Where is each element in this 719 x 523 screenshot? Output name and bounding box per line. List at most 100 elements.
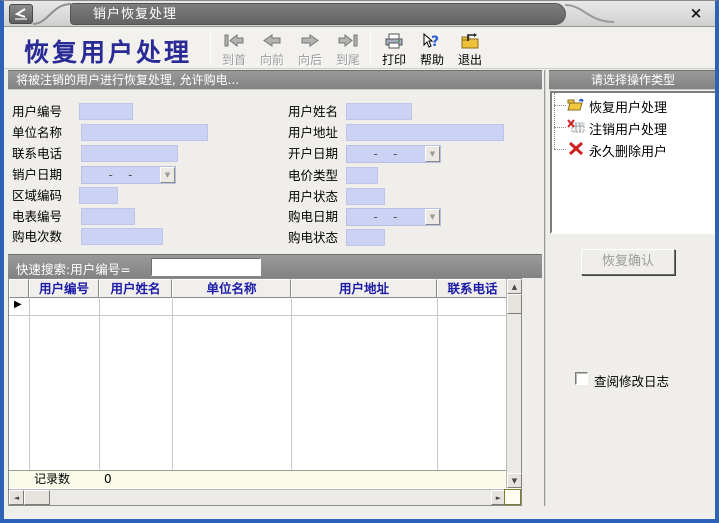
- toolbar-separator: [210, 32, 211, 65]
- toolbar-separator: [370, 32, 371, 65]
- grid-horizontal-scrollbar[interactable]: ◄ ►: [9, 489, 506, 505]
- label-user-name: 用户姓名: [288, 103, 338, 120]
- record-count-row: 记录数 0: [9, 470, 508, 488]
- close-date-picker[interactable]: - - ▼: [81, 166, 176, 184]
- user-address-input[interactable]: [346, 124, 504, 141]
- purchase-count-input[interactable]: [81, 228, 163, 245]
- user-id-input[interactable]: [79, 103, 133, 120]
- printer-icon: [376, 33, 412, 50]
- revoke-user-icon: [567, 119, 585, 138]
- window-title-capsule[interactable]: 销户恢复处理: [70, 3, 566, 25]
- tree-line: [554, 105, 566, 106]
- title-bar[interactable]: 销户恢复处理 ×: [4, 1, 715, 27]
- tree-line: [554, 149, 566, 150]
- app-logo-icon[interactable]: [9, 4, 33, 24]
- exit-button[interactable]: 退出: [452, 31, 488, 67]
- grid-current-row[interactable]: ▶: [9, 298, 508, 316]
- label-purchase-date: 购电日期: [288, 208, 338, 225]
- panel-divider: [544, 70, 546, 506]
- op-label-revoke-user: 注销用户处理: [589, 119, 667, 138]
- vertical-scroll-thumb[interactable]: [507, 294, 522, 314]
- label-contact-phone: 联系电话: [12, 145, 62, 162]
- operation-type-banner: 请选择操作类型: [549, 70, 717, 90]
- nav-last-label: 到尾: [330, 51, 366, 68]
- chevron-down-icon[interactable]: ▼: [160, 167, 175, 183]
- label-price-type: 电价类型: [288, 167, 338, 184]
- app-window: 销户恢复处理 × 恢复用户处理 到首 向前 向后: [0, 0, 719, 523]
- op-item-delete-user[interactable]: 永久删除用户: [552, 139, 715, 159]
- nav-last-button[interactable]: 到尾: [330, 31, 366, 67]
- nav-first-label: 到首: [216, 51, 252, 68]
- grid-header-user-id[interactable]: 用户编号: [29, 279, 99, 298]
- grid-vertical-scrollbar[interactable]: ▲ ▼: [506, 279, 521, 488]
- titlebar-swoosh-decoration: [32, 1, 72, 27]
- open-date-picker[interactable]: - - ▼: [346, 145, 441, 163]
- window-title: 销户恢复处理: [93, 7, 177, 22]
- grid-column-line: [29, 298, 30, 488]
- exit-folder-icon: [452, 33, 488, 50]
- print-button[interactable]: 打印: [376, 31, 412, 67]
- grid-column-line: [291, 298, 292, 488]
- grid-column-line: [99, 298, 100, 488]
- help-label: 帮助: [414, 51, 450, 68]
- quick-search-label: 快速搜索:用户编号=: [16, 259, 131, 278]
- purchase-status-input[interactable]: [346, 229, 385, 246]
- grid-header-user-name[interactable]: 用户姓名: [99, 279, 172, 298]
- nav-first-button[interactable]: 到首: [216, 31, 252, 67]
- folder-open-icon: [567, 97, 585, 116]
- nav-next-button[interactable]: 向后: [292, 31, 328, 67]
- grid-header-unit-name[interactable]: 单位名称: [172, 279, 291, 298]
- label-area-code: 区域编码: [12, 187, 62, 204]
- label-user-id: 用户编号: [12, 103, 62, 120]
- main-toolbar: 恢复用户处理 到首 向前 向后 到尾: [4, 28, 715, 69]
- close-date-value: - -: [82, 168, 159, 182]
- grid-header-selector[interactable]: [9, 279, 29, 298]
- grid-header-contact-phone[interactable]: 联系电话: [437, 279, 508, 298]
- nav-next-label: 向后: [292, 51, 328, 68]
- op-label-restore-user: 恢复用户处理: [589, 97, 667, 116]
- nav-prev-button[interactable]: 向前: [254, 31, 290, 67]
- label-user-address: 用户地址: [288, 124, 338, 141]
- current-record-marker-icon: ▶: [14, 299, 22, 310]
- quick-search-input[interactable]: [151, 258, 261, 276]
- label-close-date: 销户日期: [12, 166, 62, 183]
- contact-phone-input[interactable]: [81, 145, 178, 162]
- chevron-down-icon[interactable]: ▼: [425, 146, 440, 162]
- grid-header-user-address[interactable]: 用户地址: [291, 279, 437, 298]
- record-count-label: 记录数: [34, 471, 70, 488]
- horizontal-scroll-thumb[interactable]: [24, 490, 50, 505]
- checkbox-icon[interactable]: [575, 372, 588, 385]
- operation-type-list: 恢复用户处理 注销用户处理 永久删除用户: [550, 91, 717, 234]
- label-unit-name: 单位名称: [12, 124, 62, 141]
- op-item-revoke-user[interactable]: 注销用户处理: [552, 117, 715, 137]
- op-label-delete-user: 永久删除用户: [589, 141, 667, 160]
- titlebar-swoosh-right-decoration: [564, 1, 616, 27]
- op-item-restore-user[interactable]: 恢复用户处理: [552, 95, 715, 115]
- price-type-input[interactable]: [346, 167, 378, 184]
- close-icon[interactable]: ×: [687, 5, 705, 23]
- scroll-down-icon[interactable]: ▼: [507, 473, 522, 488]
- user-name-input[interactable]: [346, 103, 412, 120]
- chevron-down-icon[interactable]: ▼: [425, 209, 440, 225]
- meter-no-input[interactable]: [81, 208, 135, 225]
- area-code-input[interactable]: [79, 187, 118, 204]
- grid-column-line: [172, 298, 173, 488]
- purchase-date-picker[interactable]: - - ▼: [346, 208, 441, 226]
- unit-name-input[interactable]: [81, 124, 208, 141]
- purchase-date-value: - -: [347, 210, 424, 224]
- help-button[interactable]: ? 帮助: [414, 31, 450, 67]
- user-status-input[interactable]: [346, 188, 385, 205]
- arrow-to-first-icon: [216, 33, 252, 50]
- help-cursor-icon: ?: [414, 33, 450, 50]
- grid-corner-box: [504, 489, 521, 505]
- label-purchase-status: 购电状态: [288, 229, 338, 246]
- restore-confirm-button[interactable]: 恢复确认: [581, 249, 675, 275]
- label-open-date: 开户日期: [288, 145, 338, 162]
- scroll-left-icon[interactable]: ◄: [9, 490, 24, 505]
- record-count-value: 0: [104, 471, 112, 488]
- label-purchase-count: 购电次数: [12, 228, 62, 245]
- view-change-log-label: 查阅修改日志: [594, 371, 669, 390]
- grid-column-line: [437, 298, 438, 488]
- open-date-value: - -: [347, 147, 424, 161]
- scroll-up-icon[interactable]: ▲: [507, 279, 522, 294]
